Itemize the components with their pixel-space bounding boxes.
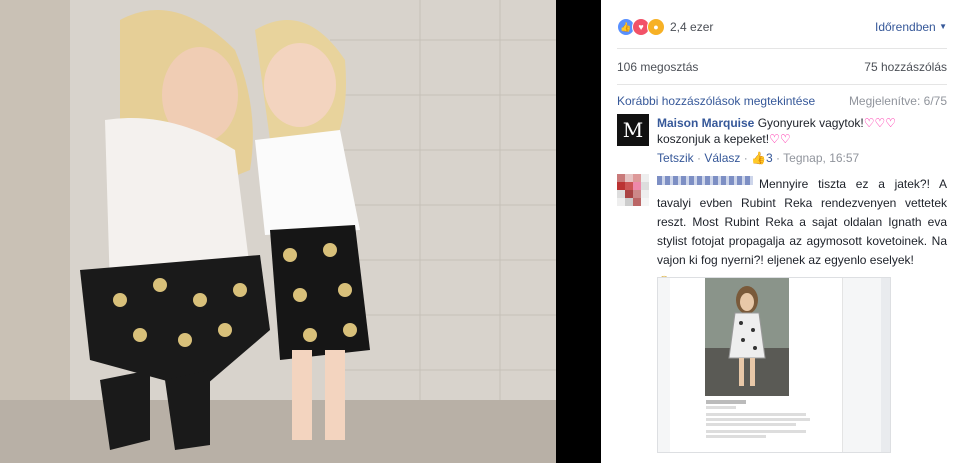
comment-text: Gyonyurek vagytok! (757, 116, 864, 130)
heart-emoji-icon: ♡♡♡ (863, 116, 897, 130)
comment-like-count[interactable]: 3 (766, 151, 773, 165)
sort-dropdown[interactable]: Időrendben ▼ (875, 20, 947, 34)
attached-document (670, 278, 843, 452)
comment-1-body: Maison Marquise Gyonyurek vagytok!♡♡♡ ko… (657, 115, 947, 147)
divider (617, 48, 947, 49)
blurred-avatar[interactable] (617, 174, 649, 206)
shown-count: Megjelenítve: 6/75 (848, 94, 947, 108)
thumbs-up-icon[interactable]: 👍 (751, 151, 766, 165)
attached-photo (705, 278, 789, 396)
comment-author[interactable]: Maison Marquise (657, 116, 754, 130)
sort-label: Időrendben (875, 20, 936, 34)
reactions-count[interactable]: 2,4 ezer (670, 20, 713, 34)
divider (617, 84, 947, 85)
mother-daughter-image (0, 0, 556, 463)
wow-icon: ● (647, 18, 665, 36)
like-comment-button[interactable]: Tetszik (657, 151, 694, 165)
attachment-scrollbar[interactable] (881, 278, 890, 452)
heart-emoji-icon: ♡♡ (769, 132, 791, 146)
shares-count[interactable]: 106 megosztás (617, 60, 698, 74)
attached-screenshot[interactable] (657, 277, 891, 453)
comments-count[interactable]: 75 hozzászólás (864, 60, 947, 74)
reply-button[interactable]: Válasz (704, 151, 740, 165)
comment-text: Mennyire tiszta ez a jatek?! A tavalyi e… (657, 177, 947, 267)
comments-panel: 👍 ♥ ● 2,4 ezer Időrendben ▼ 106 megosztá… (601, 0, 957, 463)
comment-text: koszonjuk a kepeket! (657, 132, 770, 146)
comment-1-actions: Tetszik · Válasz · 👍3 · Tegnap, 16:57 (657, 151, 860, 165)
view-previous-comments-link[interactable]: Korábbi hozzászólások megtekintése (617, 94, 815, 108)
comment-2-body: Mennyire tiszta ez a jatek?! A tavalyi e… (657, 175, 947, 290)
attached-caption (706, 398, 816, 440)
post-photo[interactable] (0, 0, 601, 463)
maison-marquise-avatar[interactable]: M (617, 114, 649, 146)
comment-time[interactable]: Tegnap, 16:57 (783, 151, 859, 165)
caret-down-icon: ▼ (939, 22, 947, 31)
reactions-summary[interactable]: 👍 ♥ ● 2,4 ezer (617, 18, 713, 36)
